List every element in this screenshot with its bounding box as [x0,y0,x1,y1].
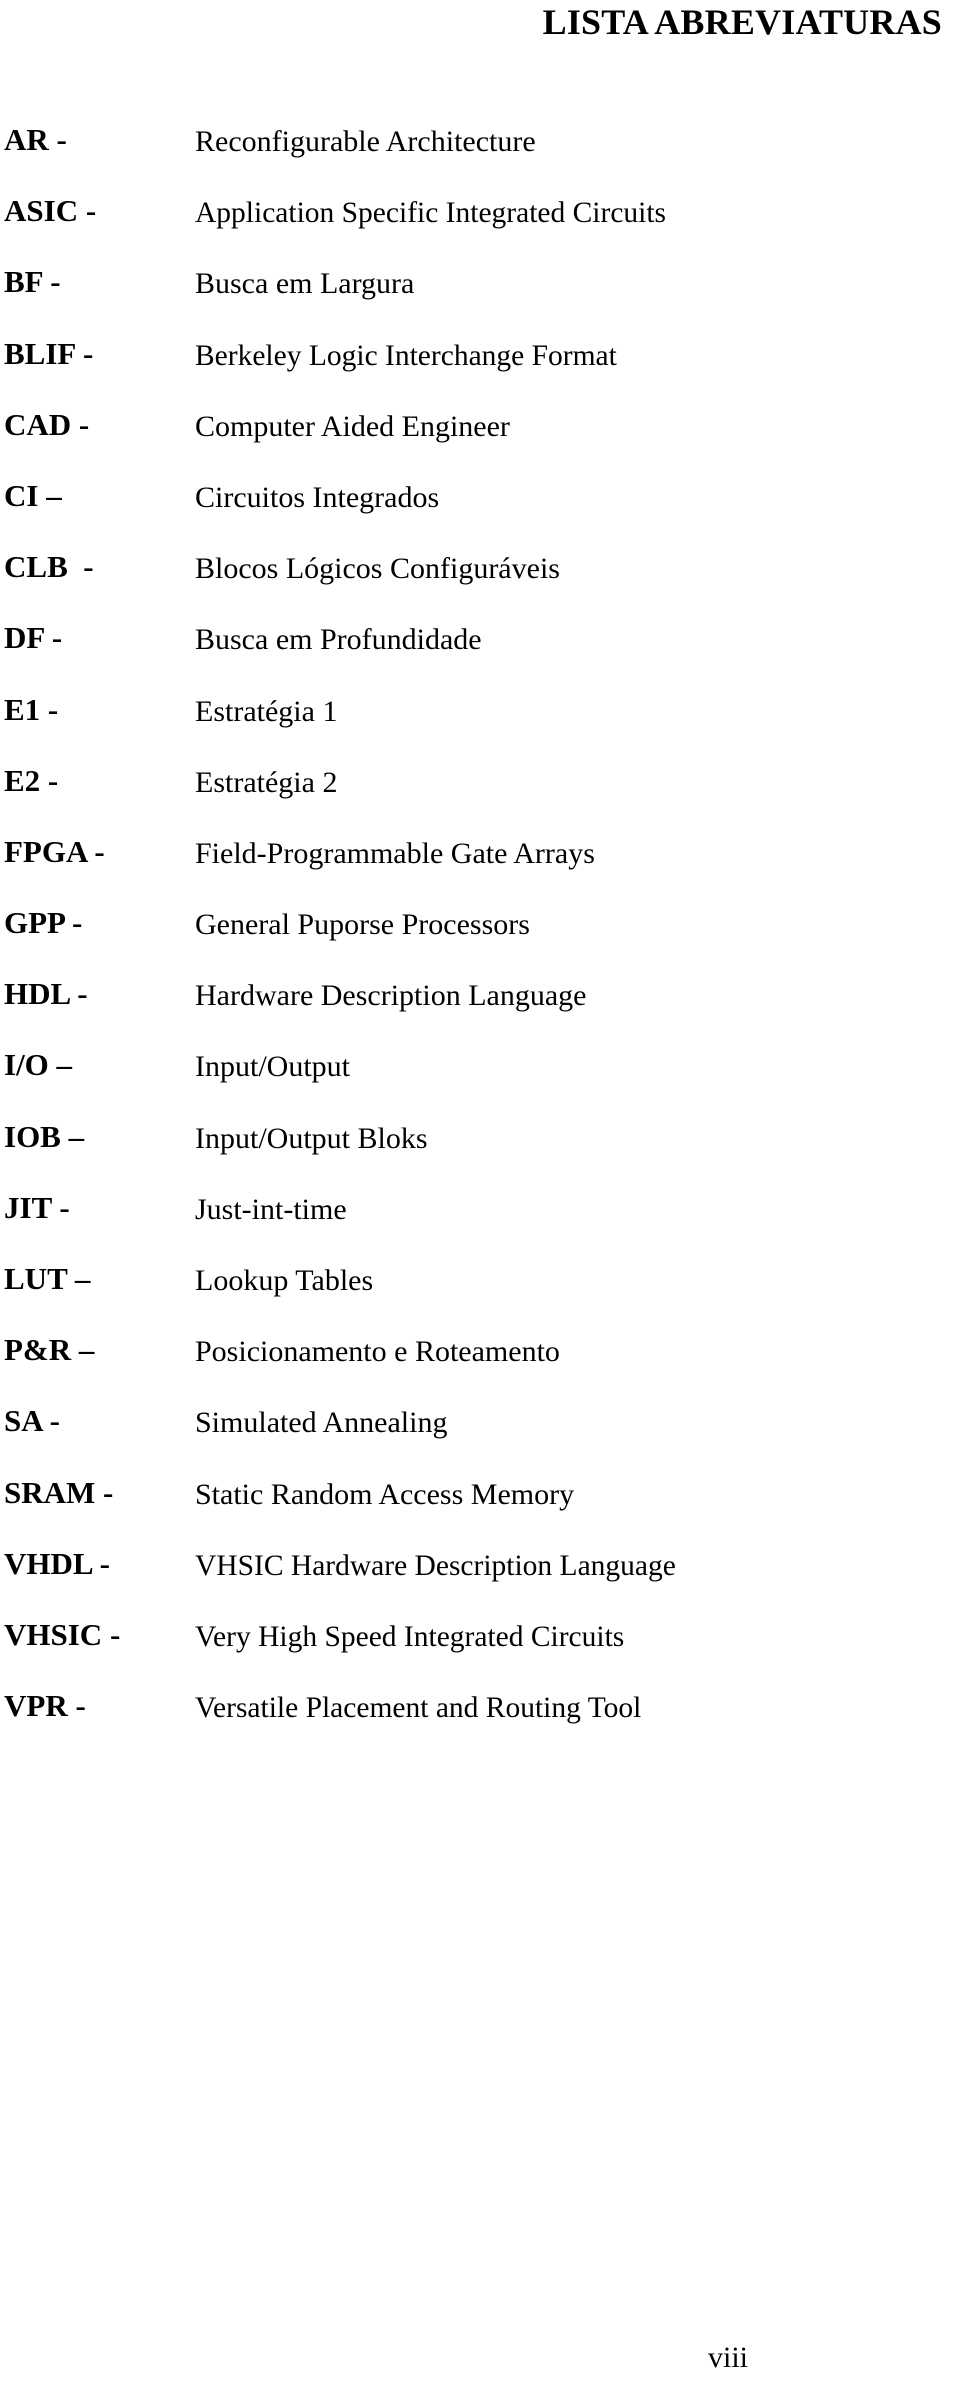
page-number: viii [707,2341,748,2374]
abbreviation-row: LUT – Lookup Tables [0,1259,960,1330]
abbreviation-term: VHDL - [4,1545,110,1581]
abbreviation-definition: VHSIC Hardware Description Language [195,1549,676,1582]
abbreviation-term: HDL - [4,976,88,1012]
abbreviation-definition: Input/Output [195,1050,350,1084]
abbreviation-term: SA - [4,1403,60,1439]
abbreviation-definition: Posicionamento e Roteamento [195,1335,560,1369]
abbreviation-row: E2 - Estratégia 2 [0,761,960,832]
abbreviation-term: VPR - [4,1688,86,1724]
abbreviation-definition: Input/Output Bloks [195,1121,428,1155]
abbreviation-row: HDL - Hardware Description Language [0,974,960,1045]
abbreviation-definition: Berkeley Logic Interchange Format [195,339,617,372]
abbreviation-term: P&R – [4,1332,95,1368]
abbreviation-definition: Application Specific Integrated Circuits [195,197,667,230]
abbreviation-list: AR - Reconfigurable Architecture ASIC - App… [0,120,960,1757]
abbreviation-definition: Circuitos Integrados [195,480,440,514]
abbreviation-definition: Static Random Access Memory [195,1477,575,1511]
abbreviation-definition: Reconfigurable Architecture [195,125,536,158]
abbreviation-definition: Busca em Largura [195,267,415,301]
abbreviation-term: I/O – [4,1047,73,1083]
abbreviation-row: CLB - Blocos Lógicos Configuráveis [0,547,960,618]
abbreviation-definition: General Puporse Processors [195,908,530,942]
abbreviation-definition: Blocos Lógicos Configuráveis [195,552,560,586]
abbreviation-definition: Lookup Tables [195,1264,374,1297]
abbreviation-row: VHSIC - Very High Speed Integrated Circui… [0,1615,960,1686]
abbreviation-row: AR - Reconfigurable Architecture [0,120,960,191]
abbreviation-definition: Simulated Annealing [195,1406,448,1440]
abbreviation-term: VHSIC - [4,1616,121,1652]
abbreviation-term: AR - [4,122,67,157]
abbreviation-term: CI – [4,477,62,513]
abbreviation-row: E1 - Estratégia 1 [0,690,960,761]
abbreviation-term: BLIF - [4,335,94,371]
abbreviation-term: GPP - [4,905,83,941]
abbreviation-row: ASIC - Application Specific Integrated Ci… [0,191,960,262]
abbreviation-definition: Field-Programmable Gate Arrays [195,836,595,870]
abbreviation-row: BLIF - Berkeley Logic Interchange Format [0,334,960,405]
abbreviation-term: LUT – [4,1261,91,1296]
abbreviation-row: GPP - General Puporse Processors [0,903,960,974]
abbreviation-term: IOB – [4,1118,85,1154]
abbreviation-definition: Estratégia 2 [195,765,338,799]
abbreviation-row: VPR - Versatile Placement and Routing Too… [0,1686,960,1757]
abbreviation-term: DF - [4,620,63,656]
abbreviation-definition: Just-int-time [195,1192,347,1226]
abbreviation-row: BF - Busca em Largura [0,262,960,333]
abbreviation-term: CLB - [4,549,94,585]
abbreviation-row: CI – Circuitos Integrados [0,476,960,547]
abbreviation-row: VHDL - VHSIC Hardware Description Languag… [0,1544,960,1615]
abbreviation-row: IOB – Input/Output Bloks [0,1117,960,1188]
abbreviation-term: ASIC - [4,193,97,229]
abbreviation-row: SA - Simulated Annealing [0,1401,960,1472]
abbreviation-row: I/O – Input/Output [0,1045,960,1116]
page-title: LISTA ABREVIATURAS [542,2,942,42]
abbreviation-term: FPGA - [4,833,105,869]
abbreviation-row: P&R – Posicionamento e Roteamento [0,1330,960,1401]
abbreviation-definition: Versatile Placement and Routing Tool [195,1692,642,1725]
document-page: LISTA ABREVIATURAS AR - Reconfigurable Ar… [0,0,960,2393]
abbreviation-definition: Very High Speed Integrated Circuits [195,1620,625,1653]
abbreviation-row: CAD - Computer Aided Engineer [0,405,960,476]
abbreviation-term: E1 - [4,691,59,727]
abbreviation-row: FPGA - Field-Programmable Gate Arrays [0,832,960,903]
abbreviation-row: JIT - Just-int-time [0,1188,960,1259]
abbreviation-definition: Estratégia 1 [195,694,338,728]
abbreviation-term: JIT - [4,1189,70,1225]
abbreviation-definition: Busca em Profundidade [195,623,482,657]
abbreviation-term: SRAM - [4,1474,114,1510]
abbreviation-definition: Computer Aided Engineer [195,409,510,443]
abbreviation-term: BF - [4,264,61,300]
abbreviation-definition: Hardware Description Language [195,979,587,1013]
abbreviation-term: E2 - [4,762,59,798]
abbreviation-row: DF - Busca em Profundidade [0,618,960,689]
abbreviation-term: CAD - [4,406,90,442]
abbreviation-row: SRAM - Static Random Access Memory [0,1473,960,1544]
